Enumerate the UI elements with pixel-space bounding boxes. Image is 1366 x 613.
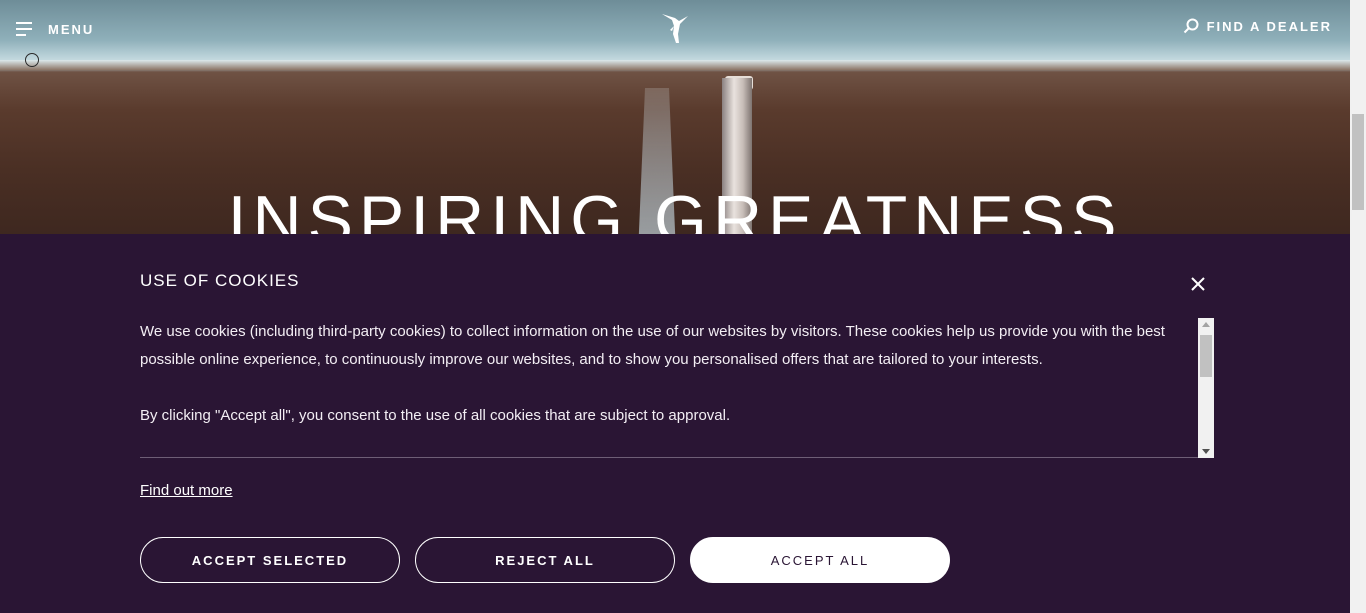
cookie-title: USE OF COOKIES [140,271,300,290]
cookie-text-box[interactable]: We use cookies (including third-party co… [140,318,1214,458]
cookie-banner: USE OF COOKIES We use cookies (including… [0,234,1350,613]
circle-icon[interactable] [25,53,39,67]
hero-horizon [0,60,1350,70]
find-dealer-button[interactable]: FIND A DEALER [1183,18,1332,34]
site-header: MENU FIND A DEALER [0,0,1350,67]
cookie-text-scrollbar[interactable] [1198,318,1214,458]
scroll-down-arrow-icon[interactable] [1202,449,1210,454]
close-icon[interactable] [1190,276,1206,292]
accept-selected-button[interactable]: ACCEPT SELECTED [140,537,400,583]
reject-all-button[interactable]: REJECT ALL [415,537,675,583]
search-icon [1183,18,1199,34]
scroll-up-arrow-icon[interactable] [1202,322,1210,327]
page-scrollbar[interactable] [1350,0,1366,613]
page-scrollbar-thumb[interactable] [1352,114,1364,210]
cookie-paragraph: We use cookies (including third-party co… [140,323,1165,368]
find-dealer-label: FIND A DEALER [1206,18,1332,34]
accept-all-button[interactable]: ACCEPT ALL [690,537,950,583]
cookie-paragraph: By clicking "Accept all", you consent to… [140,407,731,424]
cookie-scrollbar-thumb[interactable] [1200,335,1212,377]
find-out-more-link[interactable]: Find out more [140,482,233,499]
spirit-of-ecstasy-logo[interactable] [660,12,690,46]
menu-button[interactable]: MENU [16,18,94,40]
hamburger-icon [16,22,32,36]
menu-label: MENU [48,21,95,37]
